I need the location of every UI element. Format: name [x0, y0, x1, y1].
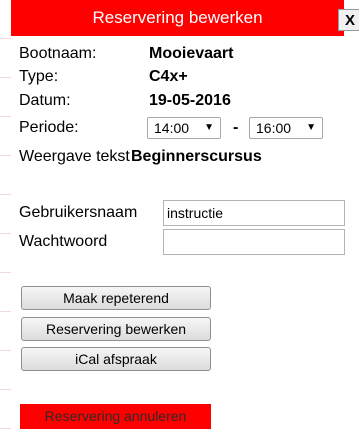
- username-row: Gebruikersnaam instructie: [19, 200, 359, 226]
- chevron-down-icon: ▼: [306, 122, 316, 133]
- cancel-reservation-button[interactable]: Reservering annuleren: [20, 404, 211, 429]
- boat-name-value: Mooievaart: [149, 45, 234, 62]
- date-label: Datum:: [19, 92, 71, 109]
- password-input[interactable]: [163, 229, 345, 255]
- period-end-value: 16:00: [256, 120, 292, 136]
- password-row: Wachtwoord: [19, 229, 359, 255]
- password-label: Wachtwoord: [19, 233, 108, 250]
- display-text-label: Weergave tekst: [19, 148, 130, 165]
- username-label: Gebruikersnaam: [19, 204, 138, 221]
- edit-reservation-dialog: Reservering bewerken X Bootnaam: Mooieva…: [11, 0, 359, 429]
- chevron-down-icon: ▼: [204, 122, 214, 133]
- ical-appointment-button[interactable]: iCal afspraak: [21, 347, 211, 371]
- display-text-row: Weergave tekst Beginnerscursus: [19, 147, 349, 167]
- date-value: 19-05-2016: [149, 92, 231, 109]
- period-start-select[interactable]: 14:00 ▼: [147, 117, 221, 139]
- make-repeating-button[interactable]: Maak repeterend: [21, 286, 211, 310]
- close-button[interactable]: X: [338, 9, 359, 31]
- boat-name-label: Bootnaam:: [19, 45, 97, 62]
- period-label: Periode:: [19, 119, 79, 136]
- username-input[interactable]: instructie: [163, 200, 345, 226]
- type-label: Type:: [19, 68, 59, 85]
- edit-reservation-button[interactable]: Reservering bewerken: [21, 317, 211, 341]
- period-end-select[interactable]: 16:00 ▼: [249, 117, 323, 139]
- type-value: C4x+: [149, 68, 188, 85]
- display-text-value: Beginnerscursus: [131, 148, 262, 165]
- dialog-title: Reservering bewerken: [11, 0, 344, 36]
- period-separator: -: [233, 119, 239, 136]
- period-start-value: 14:00: [154, 120, 190, 136]
- period-row: Periode: 14:00 ▼ - 16:00 ▼: [19, 117, 349, 139]
